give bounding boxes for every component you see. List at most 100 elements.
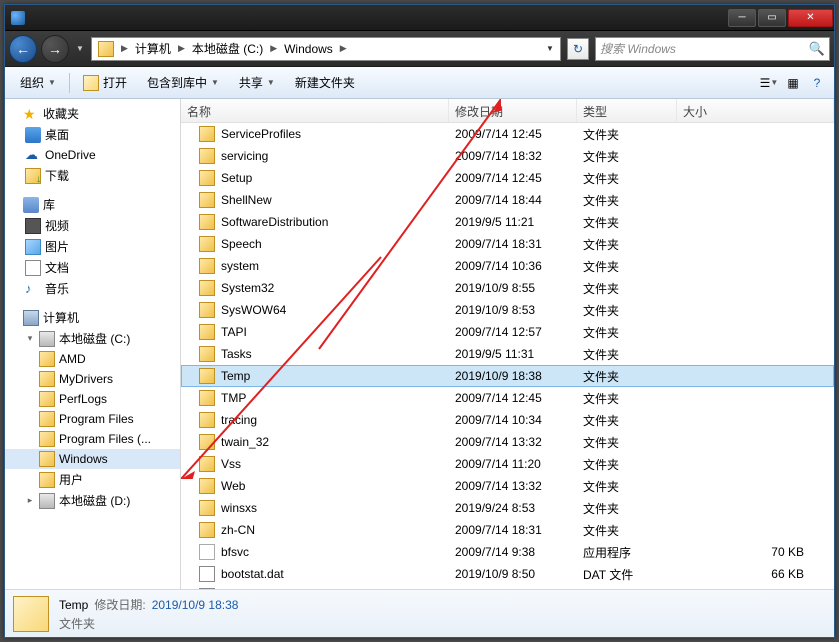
sidebar-item-drive-d[interactable]: ▸本地磁盘 (D:)	[5, 490, 180, 511]
back-button[interactable]: ←	[9, 35, 37, 63]
sidebar-item-folder[interactable]: MyDrivers	[5, 369, 180, 389]
status-date-label: 修改日期:	[94, 596, 145, 613]
sidebar-item-folder[interactable]: Program Files	[5, 409, 180, 429]
file-type: 文件夹	[577, 500, 677, 517]
chevron-right-icon[interactable]: ▶	[267, 43, 280, 54]
sidebar-item-desktop[interactable]: 桌面	[5, 124, 180, 145]
include-in-library-button[interactable]: 包含到库中 ▼	[138, 69, 228, 96]
computer-icon	[23, 310, 39, 326]
file-row[interactable]: winsxs2019/9/24 8:53文件夹	[181, 497, 834, 519]
file-row[interactable]: bootstat.dat2019/10/9 8:50DAT 文件66 KB	[181, 563, 834, 585]
favorites-header[interactable]: ★ 收藏夹	[5, 103, 180, 124]
file-row[interactable]: Setup2009/7/14 12:45文件夹	[181, 167, 834, 189]
sidebar-item-pictures[interactable]: 图片	[5, 236, 180, 257]
search-box[interactable]: 搜索 Windows 🔍	[595, 37, 830, 61]
breadcrumb-drive[interactable]: 本地磁盘 (C:)	[188, 40, 267, 57]
file-row[interactable]: Web2009/7/14 13:32文件夹	[181, 475, 834, 497]
file-row[interactable]: zh-CN2009/7/14 18:31文件夹	[181, 519, 834, 541]
file-row[interactable]: system2009/7/14 10:36文件夹	[181, 255, 834, 277]
status-item-type: 文件夹	[59, 615, 238, 632]
file-row[interactable]: Tasks2019/9/5 11:31文件夹	[181, 343, 834, 365]
address-dropdown[interactable]: ▼	[542, 44, 558, 53]
file-row[interactable]: SysWOW642019/10/9 8:53文件夹	[181, 299, 834, 321]
libraries-header[interactable]: 库	[5, 194, 180, 215]
navigation-pane[interactable]: ★ 收藏夹 桌面 ☁OneDrive 下载 库 视频 图片 文档 ♪音乐	[5, 99, 181, 589]
chevron-right-icon[interactable]: ▶	[118, 43, 131, 54]
file-row[interactable]: DirectX2019/9/5 11:14文本文档10 KB	[181, 585, 834, 589]
file-date: 2009/7/14 18:32	[449, 149, 577, 163]
column-name[interactable]: 名称	[181, 99, 449, 122]
sidebar-item-drive-c[interactable]: ▾本地磁盘 (C:)	[5, 328, 180, 349]
breadcrumb-folder[interactable]: Windows	[280, 42, 337, 56]
sidebar-item-folder[interactable]: AMD	[5, 349, 180, 369]
file-row[interactable]: System322019/10/9 8:55文件夹	[181, 277, 834, 299]
sidebar-item-videos[interactable]: 视频	[5, 215, 180, 236]
favorites-label: 收藏夹	[43, 105, 79, 122]
file-row[interactable]: TAPI2009/7/14 12:57文件夹	[181, 321, 834, 343]
view-options-button[interactable]: ☰▼	[758, 72, 780, 94]
address-bar[interactable]: ▶ 计算机 ▶ 本地磁盘 (C:) ▶ Windows ▶ ▼	[91, 37, 561, 61]
breadcrumb-computer[interactable]: 计算机	[131, 40, 175, 57]
close-button[interactable]: ✕	[788, 9, 833, 27]
titlebar: ─ ▭ ✕	[5, 5, 834, 31]
history-dropdown[interactable]: ▼	[73, 40, 87, 58]
minimize-button[interactable]: ─	[728, 9, 756, 27]
file-row[interactable]: Speech2009/7/14 18:31文件夹	[181, 233, 834, 255]
file-date: 2009/7/14 12:45	[449, 127, 577, 141]
help-button[interactable]: ?	[806, 72, 828, 94]
folder-icon	[199, 258, 215, 274]
file-list[interactable]: ServiceProfiles2009/7/14 12:45文件夹 servici…	[181, 123, 834, 589]
sidebar-item-folder[interactable]: PerfLogs	[5, 389, 180, 409]
window-controls: ─ ▭ ✕	[727, 9, 834, 27]
file-name: ShellNew	[221, 193, 272, 207]
column-type[interactable]: 类型	[577, 99, 677, 122]
open-button[interactable]: 打开	[74, 69, 136, 96]
chevron-down-icon: ▼	[48, 78, 56, 87]
computer-header[interactable]: 计算机	[5, 307, 180, 328]
file-name: tracing	[221, 413, 257, 427]
sidebar-item-folder[interactable]: 用户	[5, 469, 180, 490]
folder-icon	[39, 431, 55, 447]
navigation-bar: ← → ▼ ▶ 计算机 ▶ 本地磁盘 (C:) ▶ Windows ▶ ▼ ↻ …	[5, 31, 834, 67]
refresh-button[interactable]: ↻	[567, 38, 589, 60]
video-icon	[25, 218, 41, 234]
sidebar-item-onedrive[interactable]: ☁OneDrive	[5, 145, 180, 165]
file-type: 文本文档	[577, 588, 677, 590]
file-type: 文件夹	[577, 456, 677, 473]
forward-button[interactable]: →	[41, 35, 69, 63]
folder-icon	[39, 371, 55, 387]
file-row[interactable]: TMP2009/7/14 12:45文件夹	[181, 387, 834, 409]
file-name: servicing	[221, 149, 268, 163]
organize-button[interactable]: 组织 ▼	[11, 69, 65, 96]
file-row[interactable]: tracing2009/7/14 10:34文件夹	[181, 409, 834, 431]
file-row[interactable]: Temp2019/10/9 18:38文件夹	[181, 365, 834, 387]
chevron-right-icon[interactable]: ▶	[337, 43, 350, 54]
file-row[interactable]: servicing2009/7/14 18:32文件夹	[181, 145, 834, 167]
sidebar-item-folder[interactable]: Windows	[5, 449, 180, 469]
preview-pane-button[interactable]: ▦	[782, 72, 804, 94]
file-icon	[199, 544, 215, 560]
file-type: 文件夹	[577, 126, 677, 143]
sidebar-item-folder[interactable]: Program Files (...	[5, 429, 180, 449]
file-row[interactable]: ServiceProfiles2009/7/14 12:45文件夹	[181, 123, 834, 145]
file-row[interactable]: SoftwareDistribution2019/9/5 11:21文件夹	[181, 211, 834, 233]
file-size: 66 KB	[677, 567, 834, 581]
file-row[interactable]: bfsvc2009/7/14 9:38应用程序70 KB	[181, 541, 834, 563]
file-type: 文件夹	[577, 236, 677, 253]
column-size[interactable]: 大小	[677, 99, 834, 122]
chevron-right-icon[interactable]: ▶	[175, 43, 188, 54]
toolbar-right: ☰▼ ▦ ?	[758, 72, 828, 94]
share-button[interactable]: 共享 ▼	[230, 69, 284, 96]
sidebar-item-music[interactable]: ♪音乐	[5, 278, 180, 299]
sidebar-item-downloads[interactable]: 下载	[5, 165, 180, 186]
folder-icon	[199, 324, 215, 340]
maximize-button[interactable]: ▭	[758, 9, 786, 27]
file-row[interactable]: Vss2009/7/14 11:20文件夹	[181, 453, 834, 475]
column-date[interactable]: 修改日期	[449, 99, 577, 122]
file-name: SysWOW64	[221, 303, 286, 317]
file-row[interactable]: ShellNew2009/7/14 18:44文件夹	[181, 189, 834, 211]
new-folder-button[interactable]: 新建文件夹	[286, 69, 364, 96]
sidebar-item-documents[interactable]: 文档	[5, 257, 180, 278]
file-name: zh-CN	[221, 523, 255, 537]
file-row[interactable]: twain_322009/7/14 13:32文件夹	[181, 431, 834, 453]
